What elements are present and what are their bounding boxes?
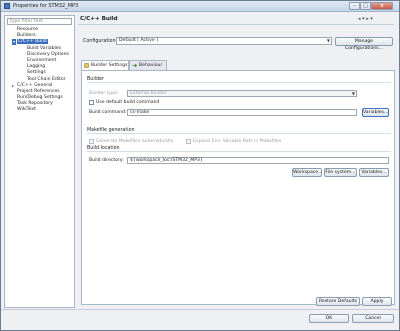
chevron-down-icon: ▼ (351, 91, 355, 96)
collapse-icon[interactable]: ▾ (12, 39, 17, 46)
forward-arrow-icon[interactable]: ▸ ▾ (366, 16, 373, 22)
configuration-label: Configuration: (83, 39, 118, 44)
app-icon (4, 3, 10, 9)
properties-dialog: Properties for STM32_MP3 – □ × type filt… (0, 0, 400, 331)
tree-item-label: Build Variables (27, 45, 61, 51)
title-divider (78, 24, 394, 25)
tree-item-label: C/C++ Build (17, 39, 48, 45)
generate-makefiles-checkbox[interactable] (89, 139, 94, 144)
page-nav: ◂ ▾ ▸ ▾ (358, 16, 373, 22)
chevron-down-icon: ▼ (326, 38, 330, 43)
expand-icon[interactable]: ▸ (12, 83, 14, 89)
tree-item-label: Run/Debug Settings (17, 95, 63, 101)
cancel-button[interactable]: Cancel (352, 314, 394, 323)
use-default-build-command-label: Use default build command (96, 100, 160, 105)
expand-env-refs-label: Expand Env. Variable Refs in Makefiles (193, 139, 282, 144)
tab-behaviour[interactable]: Behaviour (129, 60, 167, 70)
behaviour-icon (132, 63, 137, 68)
tree-item-label: WikiText (17, 107, 36, 113)
tree-item-label: Task Repository (17, 101, 53, 107)
ok-button[interactable]: OK (309, 314, 349, 323)
build-command-input[interactable]: cs-make (127, 109, 357, 116)
builder-type-select[interactable]: External builder ▼ (127, 90, 357, 97)
makefile-group-title: Makefile generation (87, 128, 138, 133)
configuration-value: Default [ Active ] (119, 38, 158, 43)
window-title: Properties for STM32_MP3 (13, 3, 79, 9)
tab-bar: Builder Settings Behaviour (81, 60, 395, 70)
build-location-group: Build location Build directory: ${worksp… (87, 146, 391, 181)
back-arrow-icon[interactable]: ◂ ▾ (358, 16, 365, 22)
close-button[interactable]: × (371, 2, 393, 10)
tree-item-label: Discovery Options (27, 51, 69, 57)
page-title: C/C++ Build (80, 16, 118, 22)
makefile-group: Makefile generation Generate Makefiles a… (87, 128, 391, 151)
tree-item-label: Settings (27, 70, 46, 76)
build-directory-input[interactable]: ${workspace_loc:/STM32_MP3} (127, 157, 389, 164)
tree-item-label: C/C++ General (17, 82, 53, 88)
tree-item-label: Logging (27, 64, 46, 70)
build-location-group-title: Build location (87, 146, 123, 151)
filter-input[interactable]: type filter text (7, 18, 72, 25)
tree-item-wikitext[interactable]: WikiText (5, 107, 74, 113)
property-tree: Resource Builders ▾ C/C++ Build Build Variab… (5, 27, 74, 114)
build-directory-label: Build directory: (89, 158, 124, 163)
tree-item-label: Project References (17, 88, 60, 94)
builder-variables-button[interactable]: Variables... (362, 108, 389, 117)
manage-configurations-button[interactable]: Manage Configurations... (335, 37, 393, 51)
property-page: C/C++ Build ◂ ▾ ▸ ▾ Configuration: Defau… (78, 15, 396, 308)
build-command-label: Build command: (89, 110, 127, 115)
configuration-select[interactable]: Default [ Active ] ▼ (116, 37, 332, 45)
minimize-button[interactable]: – (349, 2, 360, 10)
file-system-button[interactable]: File system... (324, 168, 357, 177)
expand-env-refs-checkbox[interactable] (186, 139, 191, 144)
tree-item-label: Environment (27, 57, 57, 63)
builder-type-label: Builder type: (89, 91, 119, 96)
build-location-variables-button[interactable]: Variables... (359, 168, 389, 177)
builder-type-value: External builder (130, 91, 167, 96)
tree-item-label: Tool Chain Editor (27, 76, 66, 82)
builder-group: Builder Builder type: External builder ▼… (87, 77, 391, 130)
title-bar: Properties for STM32_MP3 – □ × (1, 1, 399, 12)
restore-defaults-button[interactable]: Restore Defaults (316, 297, 360, 306)
tree-item-label: Builders (17, 33, 36, 39)
tree-item-label: Resource (17, 27, 39, 32)
generate-makefiles-label: Generate Makefiles automatically (96, 139, 174, 144)
bottom-divider (1, 309, 399, 310)
workspace-button[interactable]: Workspace... (292, 168, 323, 177)
builder-settings-icon (84, 63, 89, 68)
navigation-pane: type filter text Resource Builders ▾ C/C++ … (4, 15, 75, 308)
builder-settings-panel: Builder Builder type: External builder ▼… (81, 70, 395, 305)
apply-button[interactable]: Apply (362, 297, 392, 306)
maximize-button[interactable]: □ (360, 2, 371, 10)
builder-group-title: Builder (87, 77, 107, 82)
use-default-build-command-checkbox[interactable] (89, 100, 94, 105)
tab-builder-settings[interactable]: Builder Settings (81, 60, 129, 70)
